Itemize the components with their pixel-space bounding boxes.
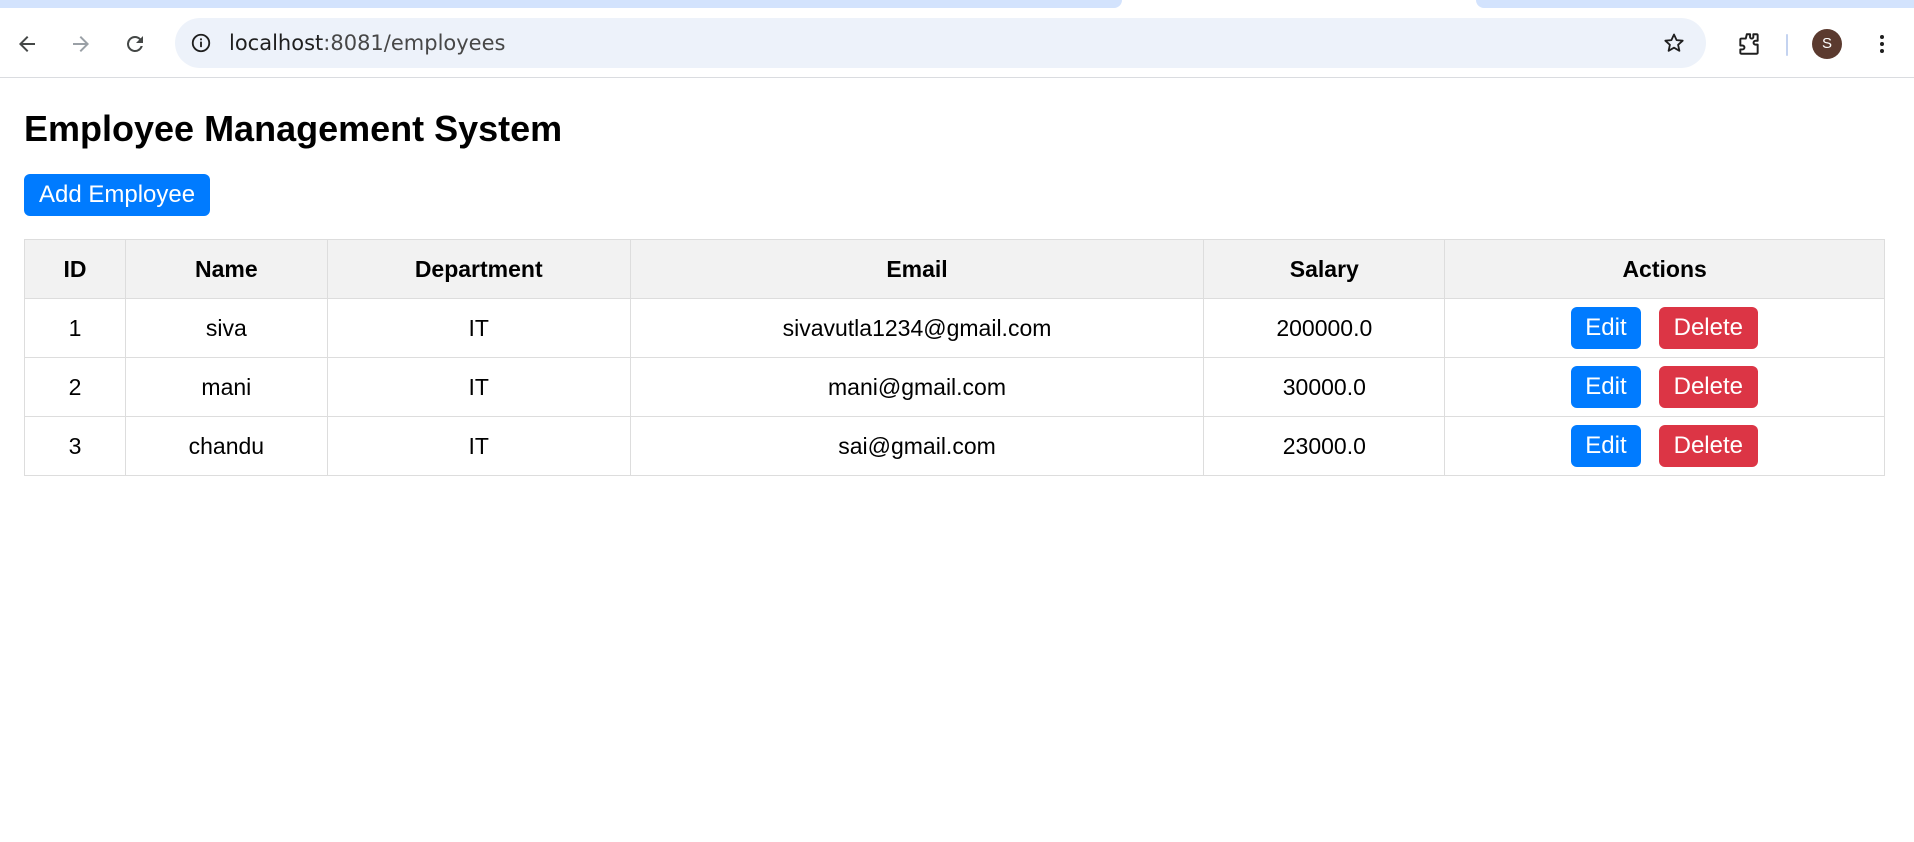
delete-button[interactable]: Delete [1658, 425, 1758, 467]
browser-toolbar: localhost:8081/employees S [0, 8, 1914, 78]
edit-button[interactable]: Edit [1571, 425, 1641, 467]
employee-table: ID Name Department Email Salary Actions … [24, 239, 1885, 476]
info-icon [191, 33, 211, 53]
cell-salary: 23000.0 [1203, 416, 1446, 476]
browser-menu-button[interactable] [1864, 26, 1900, 62]
cell-email: sai@gmail.com [629, 416, 1205, 476]
table-row: 3 chandu IT sai@gmail.com 23000.0 Edit De… [24, 416, 1885, 476]
extensions-button[interactable] [1729, 24, 1769, 64]
column-header-salary: Salary [1203, 239, 1446, 299]
edit-button[interactable]: Edit [1571, 307, 1641, 349]
add-employee-button[interactable]: Add Employee [24, 174, 211, 216]
address-bar[interactable]: localhost:8081/employees [175, 18, 1706, 68]
cell-actions: Edit Delete [1444, 357, 1885, 417]
puzzle-icon [1739, 33, 1759, 55]
cell-email: sivavutla1234@gmail.com [629, 298, 1205, 358]
cell-name: mani [124, 357, 328, 417]
url-text[interactable]: localhost:8081/employees [229, 18, 505, 68]
cell-actions: Edit Delete [1444, 298, 1885, 358]
column-header-actions: Actions [1444, 239, 1885, 299]
forward-button[interactable] [63, 26, 99, 62]
column-header-email: Email [629, 239, 1205, 299]
cell-department: IT [326, 298, 631, 358]
cell-actions: Edit Delete [1444, 416, 1885, 476]
cell-department: IT [326, 416, 631, 476]
site-info-button[interactable] [183, 25, 219, 61]
toolbar-separator [1786, 34, 1788, 56]
inactive-tab-area-right[interactable] [1476, 0, 1914, 8]
reload-icon [127, 35, 143, 52]
table-header-row: ID Name Department Email Salary Actions [24, 239, 1885, 299]
delete-button[interactable]: Delete [1658, 366, 1758, 408]
url-host: localhost [229, 31, 324, 55]
page-title: Employee Management System [24, 108, 563, 149]
column-header-name: Name [124, 239, 328, 299]
reload-button[interactable] [117, 26, 153, 62]
more-vert-icon [1880, 35, 1884, 53]
edit-button[interactable]: Edit [1571, 366, 1641, 408]
table-row: 2 mani IT mani@gmail.com 30000.0 Edit Del… [24, 357, 1885, 417]
profile-avatar[interactable]: S [1812, 29, 1842, 59]
arrow-right-icon [73, 36, 89, 52]
arrow-left-icon [19, 36, 35, 52]
bookmark-button[interactable] [1658, 27, 1690, 59]
table-row: 1 siva IT sivavutla1234@gmail.com 200000… [24, 298, 1885, 358]
column-header-department: Department [326, 239, 631, 299]
back-button[interactable] [9, 26, 45, 62]
cell-id: 3 [24, 416, 126, 476]
cell-email: mani@gmail.com [629, 357, 1205, 417]
star-icon [1664, 33, 1684, 52]
inactive-tab-area-left[interactable] [0, 0, 1122, 8]
cell-salary: 30000.0 [1203, 357, 1446, 417]
cell-id: 2 [24, 357, 126, 417]
cell-name: chandu [124, 416, 328, 476]
cell-name: siva [124, 298, 328, 358]
cell-department: IT [326, 357, 631, 417]
url-path: :8081/employees [323, 31, 506, 55]
cell-id: 1 [24, 298, 126, 358]
delete-button[interactable]: Delete [1658, 307, 1758, 349]
cell-salary: 200000.0 [1203, 298, 1446, 358]
column-header-id: ID [24, 239, 126, 299]
